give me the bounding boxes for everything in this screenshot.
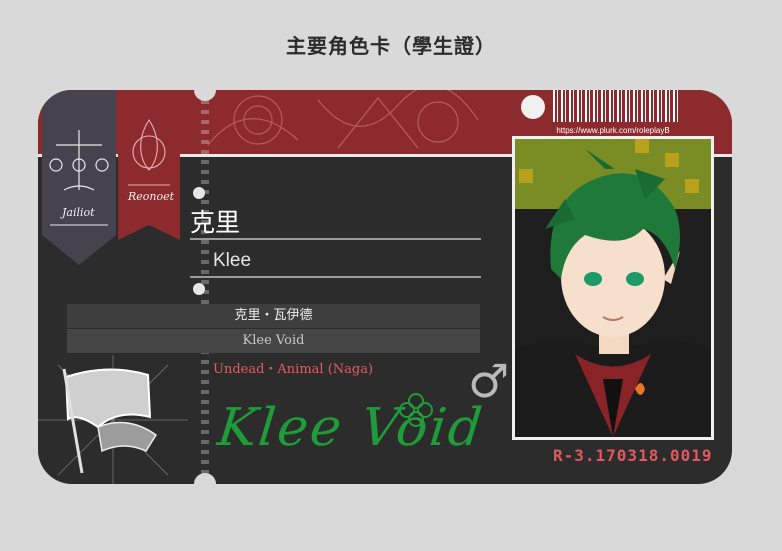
full-name-chinese: 克里・瓦伊德 bbox=[67, 304, 480, 328]
page-title: 主要角色卡（學生證） bbox=[286, 34, 496, 58]
plurk-logo-icon bbox=[521, 95, 545, 119]
profile-url[interactable]: https://www.plurk.com/roleplayB bbox=[538, 126, 688, 135]
name-en-underline bbox=[190, 276, 481, 278]
jailiot-ribbon bbox=[42, 90, 116, 265]
jailiot-label: Jailiot bbox=[62, 206, 95, 219]
punch-hole-upper bbox=[193, 187, 205, 199]
race-text: Undead・Animal (Naga) bbox=[213, 362, 374, 377]
serial-number: R-3.170318.0019 bbox=[553, 446, 713, 465]
character-portrait bbox=[512, 136, 714, 440]
id-card: Jailiot Reonoet 克里 Klee 克里・瓦伊德 Klee Void… bbox=[38, 90, 732, 484]
name-chinese: 克里 bbox=[190, 208, 241, 237]
bottom-notch bbox=[194, 473, 216, 484]
reonoet-ribbon bbox=[118, 90, 180, 240]
full-name-english: Klee Void bbox=[67, 329, 480, 353]
header-ornament-icon bbox=[207, 90, 479, 149]
reonoet-label: Reonoet bbox=[128, 190, 175, 203]
name-english: Klee bbox=[213, 250, 252, 271]
signature: Klee Void bbox=[214, 398, 487, 458]
punch-hole-lower bbox=[193, 283, 205, 295]
name-underline bbox=[190, 238, 481, 240]
flag-emblem-icon bbox=[38, 355, 188, 484]
barcode bbox=[553, 90, 681, 122]
